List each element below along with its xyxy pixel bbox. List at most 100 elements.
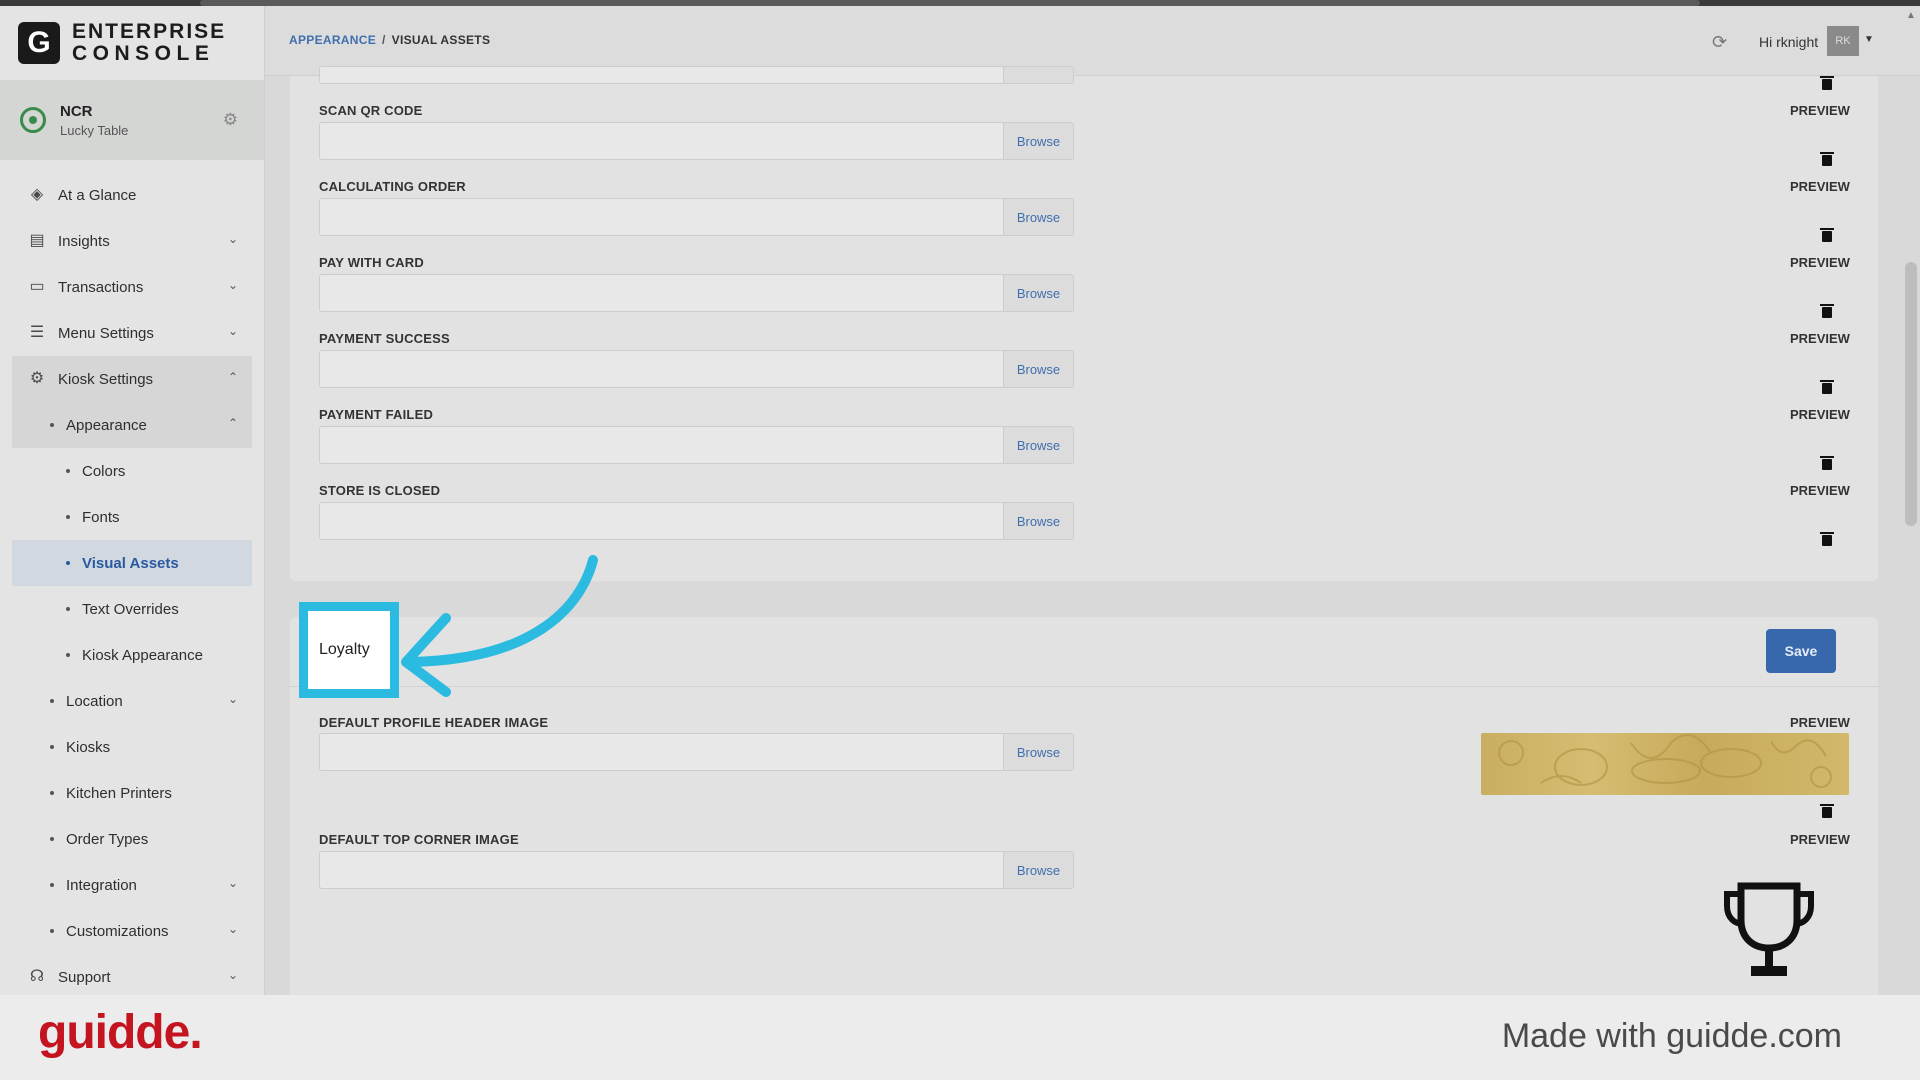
save-button[interactable]: Save bbox=[1766, 629, 1836, 673]
brand[interactable]: G ENTERPRISE CONSOLE bbox=[0, 6, 264, 80]
bullet-icon bbox=[50, 791, 54, 795]
sidebar-item-kiosks[interactable]: Kiosks bbox=[0, 724, 264, 770]
bullet-icon bbox=[66, 607, 70, 611]
browse-button-top[interactable] bbox=[1003, 66, 1074, 84]
loyalty-title: Loyalty bbox=[319, 641, 370, 658]
bullet-icon bbox=[50, 837, 54, 841]
sidebar-item-label: Insights bbox=[58, 232, 110, 250]
preview-label: PREVIEW bbox=[1790, 407, 1850, 422]
file-input-pay-failed[interactable] bbox=[319, 426, 1003, 464]
trash-icon[interactable] bbox=[1820, 304, 1834, 318]
browse-button-pay-failed[interactable]: Browse bbox=[1003, 426, 1074, 464]
scrollbar[interactable] bbox=[1905, 262, 1917, 526]
browse-button-calculating[interactable]: Browse bbox=[1003, 198, 1074, 236]
field-label-top-corner: DEFAULT TOP CORNER IMAGE bbox=[319, 832, 519, 847]
field-label-store-closed: STORE IS CLOSED bbox=[319, 483, 441, 498]
trash-icon[interactable] bbox=[1820, 804, 1834, 818]
caret-down-icon[interactable]: ▼ bbox=[1864, 34, 1874, 45]
sidebar-item-customizations[interactable]: Customizations ⌄ bbox=[0, 908, 264, 954]
breadcrumb-appearance[interactable]: APPEARANCE bbox=[289, 33, 376, 47]
sidebar-item-location[interactable]: Location ⌄ bbox=[0, 678, 264, 724]
sidebar-item-transactions[interactable]: ▭ Transactions ⌄ bbox=[0, 264, 264, 310]
bullet-icon bbox=[50, 699, 54, 703]
file-input-store-closed[interactable] bbox=[319, 502, 1003, 540]
sidebar-item-label: Kiosk Settings bbox=[58, 370, 154, 388]
browse-button-scan-qr[interactable]: Browse bbox=[1003, 122, 1074, 160]
scroll-up-icon[interactable]: ▲ bbox=[1906, 10, 1916, 21]
bullet-icon bbox=[50, 745, 54, 749]
browse-button-store-closed[interactable]: Browse bbox=[1003, 502, 1074, 540]
preview-label: PREVIEW bbox=[1790, 832, 1850, 847]
gear-icon[interactable]: ⚙ bbox=[223, 110, 238, 130]
chevron-up-icon: ⌃ bbox=[227, 370, 238, 384]
field-label-pay-success: PAYMENT SUCCESS bbox=[319, 331, 450, 346]
trash-icon[interactable] bbox=[1820, 228, 1834, 242]
browse-button-top-corner[interactable]: Browse bbox=[1003, 851, 1074, 889]
sidebar-item-kiosk-settings[interactable]: ⚙ Kiosk Settings ⌃ bbox=[12, 356, 252, 402]
sidebar-item-at-a-glance[interactable]: ◈ At a Glance bbox=[0, 172, 264, 218]
avatar[interactable]: RK bbox=[1827, 26, 1859, 56]
guidde-logo[interactable]: guidde. bbox=[38, 1005, 203, 1060]
sidebar-item-order-types[interactable]: Order Types bbox=[0, 816, 264, 862]
sidebar-item-visual-assets[interactable]: Visual Assets bbox=[12, 540, 252, 586]
trophy-icon bbox=[1724, 882, 1814, 976]
sidebar-item-label: Visual Assets bbox=[82, 554, 179, 572]
org-sub: Lucky Table bbox=[60, 122, 129, 138]
trash-icon[interactable] bbox=[1820, 380, 1834, 394]
preview-label: PREVIEW bbox=[1790, 483, 1850, 498]
sidebar-item-integration[interactable]: Integration ⌄ bbox=[0, 862, 264, 908]
trash-icon[interactable] bbox=[1820, 456, 1834, 470]
sidebar-item-support[interactable]: ☊ Support ⌄ bbox=[0, 954, 264, 1000]
layers-icon: ◈ bbox=[30, 186, 44, 203]
org-name: NCR bbox=[60, 102, 93, 120]
trash-icon[interactable] bbox=[1820, 532, 1834, 546]
sidebar-item-colors[interactable]: Colors bbox=[0, 448, 264, 494]
chevron-down-icon: ⌄ bbox=[227, 278, 238, 292]
sidebar-item-label: Kitchen Printers bbox=[66, 784, 172, 802]
file-input-profile-header[interactable] bbox=[319, 733, 1003, 771]
file-input-calculating[interactable] bbox=[319, 198, 1003, 236]
chevron-down-icon: ⌄ bbox=[227, 922, 238, 936]
headset-icon: ☊ bbox=[29, 968, 45, 985]
bullet-icon bbox=[66, 515, 70, 519]
preview-label: PREVIEW bbox=[1790, 331, 1850, 346]
field-label-calculating: CALCULATING ORDER bbox=[319, 179, 466, 194]
field-label-pay-card: PAY WITH CARD bbox=[319, 255, 424, 270]
browse-button-pay-success[interactable]: Browse bbox=[1003, 350, 1074, 388]
sidebar-item-label: Location bbox=[66, 692, 123, 710]
browse-button-profile-header[interactable]: Browse bbox=[1003, 733, 1074, 771]
file-input-top[interactable] bbox=[319, 66, 1003, 84]
sidebar-item-kiosk-appearance[interactable]: Kiosk Appearance bbox=[0, 632, 264, 678]
brand-logo: G bbox=[18, 22, 60, 64]
chevron-down-icon: ⌄ bbox=[227, 876, 238, 890]
chevron-down-icon: ⌄ bbox=[227, 324, 238, 338]
refresh-icon[interactable]: ⟳ bbox=[1712, 32, 1727, 53]
sidebar-item-label: Fonts bbox=[82, 508, 120, 526]
bullet-icon bbox=[50, 929, 54, 933]
preview-label: PREVIEW bbox=[1790, 715, 1850, 730]
sidebar-item-fonts[interactable]: Fonts bbox=[0, 494, 264, 540]
sidebar-item-kitchen-printers[interactable]: Kitchen Printers bbox=[0, 770, 264, 816]
preview-label: PREVIEW bbox=[1790, 103, 1850, 118]
file-input-scan-qr[interactable] bbox=[319, 122, 1003, 160]
trash-icon[interactable] bbox=[1820, 152, 1834, 166]
trash-icon[interactable] bbox=[1820, 76, 1834, 90]
receipt-icon: ▭ bbox=[29, 278, 45, 295]
settings-icon: ⚙ bbox=[29, 370, 45, 387]
sidebar-item-label: Appearance bbox=[66, 416, 147, 434]
file-input-top-corner[interactable] bbox=[319, 851, 1003, 889]
menu-icon: ☰ bbox=[29, 324, 45, 341]
browse-button-pay-card[interactable]: Browse bbox=[1003, 274, 1074, 312]
field-label-scan-qr: SCAN QR CODE bbox=[319, 103, 423, 118]
sidebar-item-menu-settings[interactable]: ☰ Menu Settings ⌄ bbox=[0, 310, 264, 356]
file-input-pay-success[interactable] bbox=[319, 350, 1003, 388]
breadcrumb: APPEARANCE / VISUAL ASSETS bbox=[289, 33, 490, 47]
made-with-text: Made with guidde.com bbox=[1501, 1017, 1842, 1055]
org-switcher[interactable]: NCR Lucky Table ⚙ bbox=[0, 80, 264, 160]
sidebar-item-label: Support bbox=[58, 968, 111, 986]
file-input-pay-card[interactable] bbox=[319, 274, 1003, 312]
sidebar-item-appearance[interactable]: Appearance ⌃ bbox=[12, 402, 252, 448]
sidebar-item-insights[interactable]: ▤ Insights ⌄ bbox=[0, 218, 264, 264]
sidebar-item-text-overrides[interactable]: Text Overrides bbox=[0, 586, 264, 632]
field-label-profile-header: DEFAULT PROFILE HEADER IMAGE bbox=[319, 715, 549, 730]
